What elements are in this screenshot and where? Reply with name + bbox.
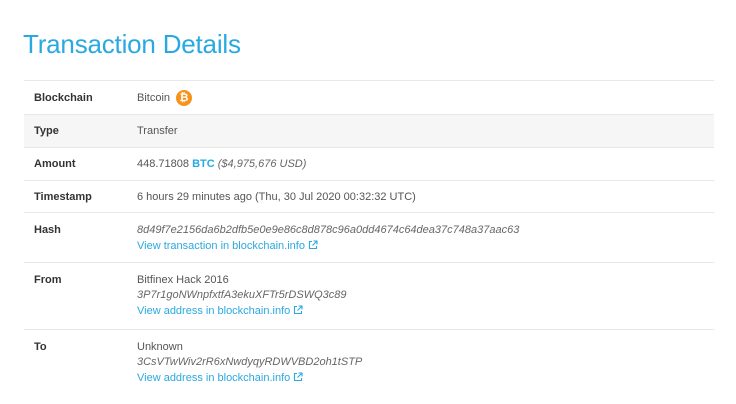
from-address: 3P7r1goNWnpfxtfA3ekuXFTr5rDSWQ3c89 [137, 289, 347, 301]
value-timestamp: 6 hours 29 minutes ago (Thu, 30 Jul 2020… [137, 190, 416, 203]
value-to: Unknown 3CsVTwWiv2rR6xNwdyqyRDWVBD2oh1tS… [137, 340, 714, 386]
to-address: 3CsVTwWiv2rR6xNwdyqyRDWVBD2oh1tSTP [137, 356, 363, 368]
label-from: From [34, 274, 62, 286]
value-blockchain: Bitcoin ₿ [137, 89, 714, 106]
label-timestamp: Timestamp [34, 190, 92, 203]
label-type: Type [34, 125, 59, 137]
row-amount: Amount 448.71808 BTC ($4,975,676 USD) [24, 148, 714, 181]
page-title: Transaction Details [23, 29, 241, 59]
view-to-address-link[interactable]: View address in blockchain.info [137, 370, 714, 386]
transaction-hash: 8d49f7e2156da6b2dfb5e0e9e86c8d878c96a0dd… [137, 224, 520, 236]
transaction-details-table: Blockchain Bitcoin ₿ Type Transfer Amount… [24, 80, 714, 400]
view-transaction-link-label: View transaction in blockchain.info [137, 240, 305, 252]
amount-currency: BTC [192, 158, 215, 170]
value-from: Bitfinex Hack 2016 3P7r1goNWnpfxtfA3ekuX… [137, 273, 714, 319]
amount-usd: ($4,975,676 USD) [217, 158, 307, 170]
view-transaction-link[interactable]: View transaction in blockchain.info [137, 238, 714, 254]
row-type: Type Transfer [24, 115, 714, 148]
row-timestamp: Timestamp 6 hours 29 minutes ago (Thu, 3… [24, 181, 714, 213]
label-blockchain: Blockchain [34, 91, 93, 104]
view-to-address-link-label: View address in blockchain.info [137, 372, 291, 384]
amount-value: 448.71808 [137, 158, 189, 170]
row-blockchain: Blockchain Bitcoin ₿ [24, 81, 714, 115]
label-amount: Amount [34, 158, 76, 170]
view-from-address-link-label: View address in blockchain.info [137, 305, 291, 317]
label-hash: Hash [34, 224, 61, 236]
view-from-address-link[interactable]: View address in blockchain.info [137, 303, 714, 319]
blockchain-name: Bitcoin [137, 91, 171, 104]
from-owner: Bitfinex Hack 2016 [137, 274, 229, 286]
to-owner: Unknown [137, 341, 183, 353]
row-to: To Unknown 3CsVTwWiv2rR6xNwdyqyRDWVBD2oh… [24, 330, 714, 400]
external-link-icon [294, 372, 303, 382]
bitcoin-icon: ₿ [176, 89, 193, 106]
value-amount: 448.71808 BTC ($4,975,676 USD) [137, 158, 714, 170]
value-type: Transfer [137, 125, 178, 137]
row-hash: Hash 8d49f7e2156da6b2dfb5e0e9e86c8d878c9… [24, 213, 714, 263]
external-link-icon [308, 240, 318, 250]
external-link-icon [294, 305, 303, 315]
value-hash: 8d49f7e2156da6b2dfb5e0e9e86c8d878c96a0dd… [137, 223, 714, 254]
row-from: From Bitfinex Hack 2016 3P7r1goNWnpfxtfA… [24, 263, 714, 330]
label-to: To [34, 341, 47, 353]
